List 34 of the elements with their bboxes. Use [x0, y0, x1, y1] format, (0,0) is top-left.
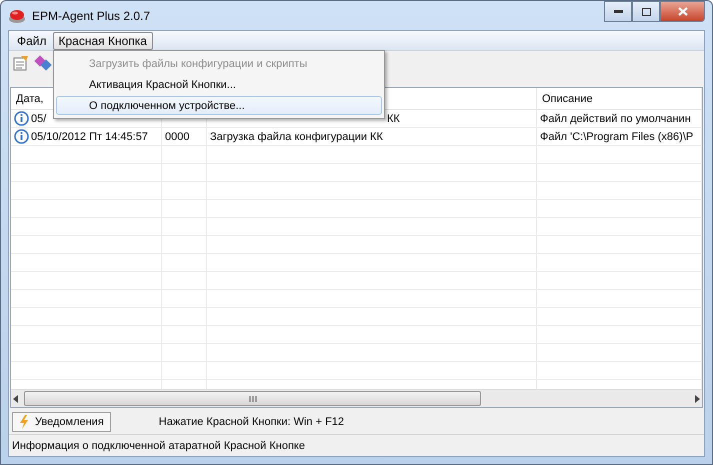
menu-item[interactable]: Красная Кнопка	[52, 32, 153, 50]
diamonds-icon[interactable]	[34, 55, 52, 71]
scroll-left-icon[interactable]	[11, 394, 21, 402]
info-icon	[14, 111, 29, 126]
scroll-thumb[interactable]	[24, 391, 481, 406]
status-text: Информация о подключенной атаратной Красной Кнопке	[12, 440, 305, 452]
menu-item[interactable]: Файл	[11, 32, 53, 50]
lightning-icon	[19, 415, 29, 429]
scroll-right-icon[interactable]	[692, 394, 702, 402]
notifications-tab[interactable]: Уведомления	[12, 412, 111, 432]
document-icon[interactable]	[12, 55, 30, 71]
grip-icon	[248, 396, 256, 402]
menu-item[interactable]: Активация Красной Кнопки...	[56, 75, 382, 94]
info-icon	[14, 129, 29, 144]
maximize-button[interactable]	[632, 1, 660, 22]
table-cell: 05/	[31, 112, 46, 124]
close-button[interactable]	[660, 1, 705, 22]
window-title: EPM-Agent Plus 2.0.7	[32, 8, 150, 22]
column-header[interactable]: Описание	[540, 92, 593, 104]
table-cell: Файл действий по умолчанин	[540, 112, 691, 124]
table-cell: Файл 'C:\Program Files (x86)\P	[540, 130, 694, 142]
table-cell: 0000	[165, 130, 190, 142]
hotkey-label: Нажатие Красной Кнопки: Win + F12	[158, 416, 344, 428]
table-cell: Загрузка файла конфигурации КК	[210, 130, 383, 142]
horizontal-scrollbar[interactable]	[11, 389, 702, 407]
table-cell: КК	[387, 112, 400, 124]
table-cell: 05/10/2012 Пт 14:45:57	[31, 130, 148, 142]
minimize-icon	[614, 10, 622, 13]
close-icon	[678, 7, 688, 16]
column-header[interactable]: Дата,	[14, 92, 44, 104]
menu-item[interactable]: О подключенном устройстве...	[56, 96, 382, 115]
maximize-icon	[642, 8, 650, 16]
minimize-button[interactable]	[604, 1, 632, 22]
alarm-button-icon	[8, 8, 26, 24]
